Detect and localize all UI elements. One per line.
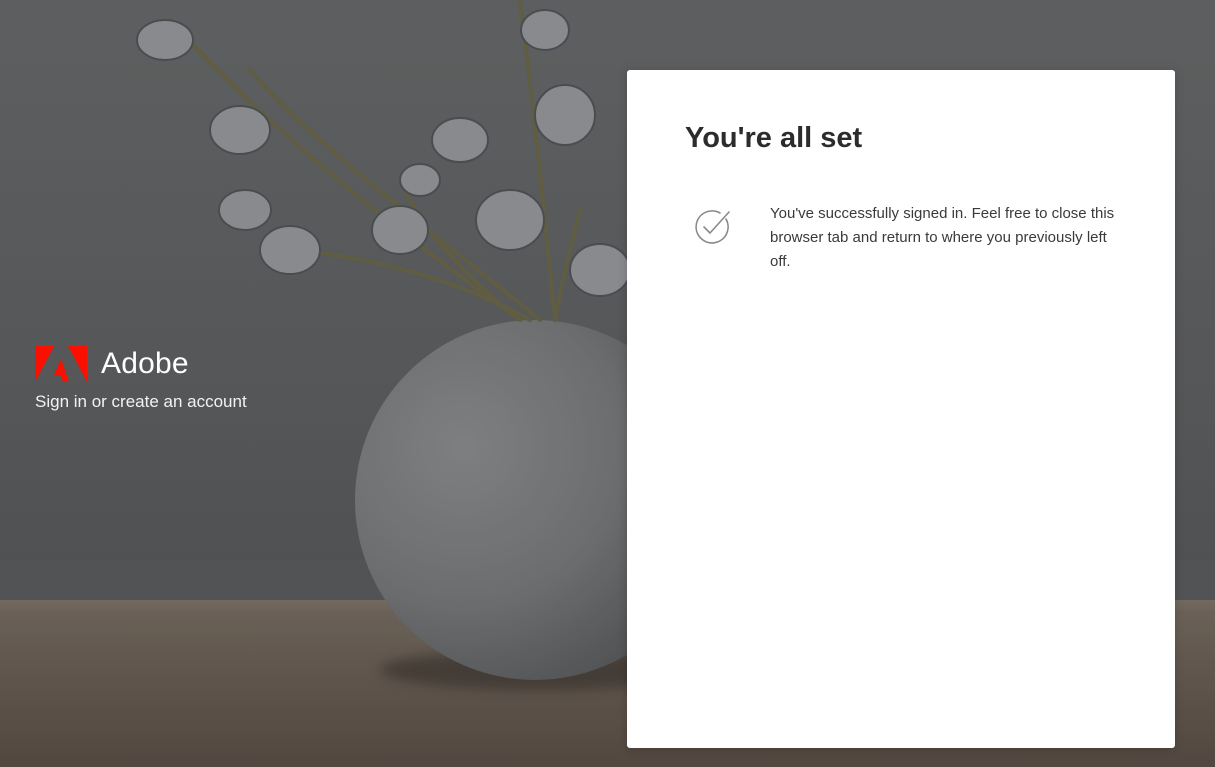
brand-name: Adobe — [101, 347, 189, 380]
adobe-logo-icon — [35, 346, 87, 382]
success-message-row: You've successfully signed in. Feel free… — [693, 202, 1115, 274]
confirmation-card: You're all set You've successfully signe… — [627, 70, 1175, 748]
card-title: You're all set — [685, 122, 863, 154]
checkmark-circle-icon — [695, 210, 730, 244]
brand-block: Adobe Sign in or create an account — [35, 346, 247, 412]
sign-in-page: Adobe Sign in or create an account You'r… — [0, 0, 1215, 767]
brand-header: Adobe — [35, 346, 247, 382]
success-message: You've successfully signed in. Feel free… — [770, 205, 1115, 270]
brand-tagline: Sign in or create an account — [35, 392, 247, 411]
